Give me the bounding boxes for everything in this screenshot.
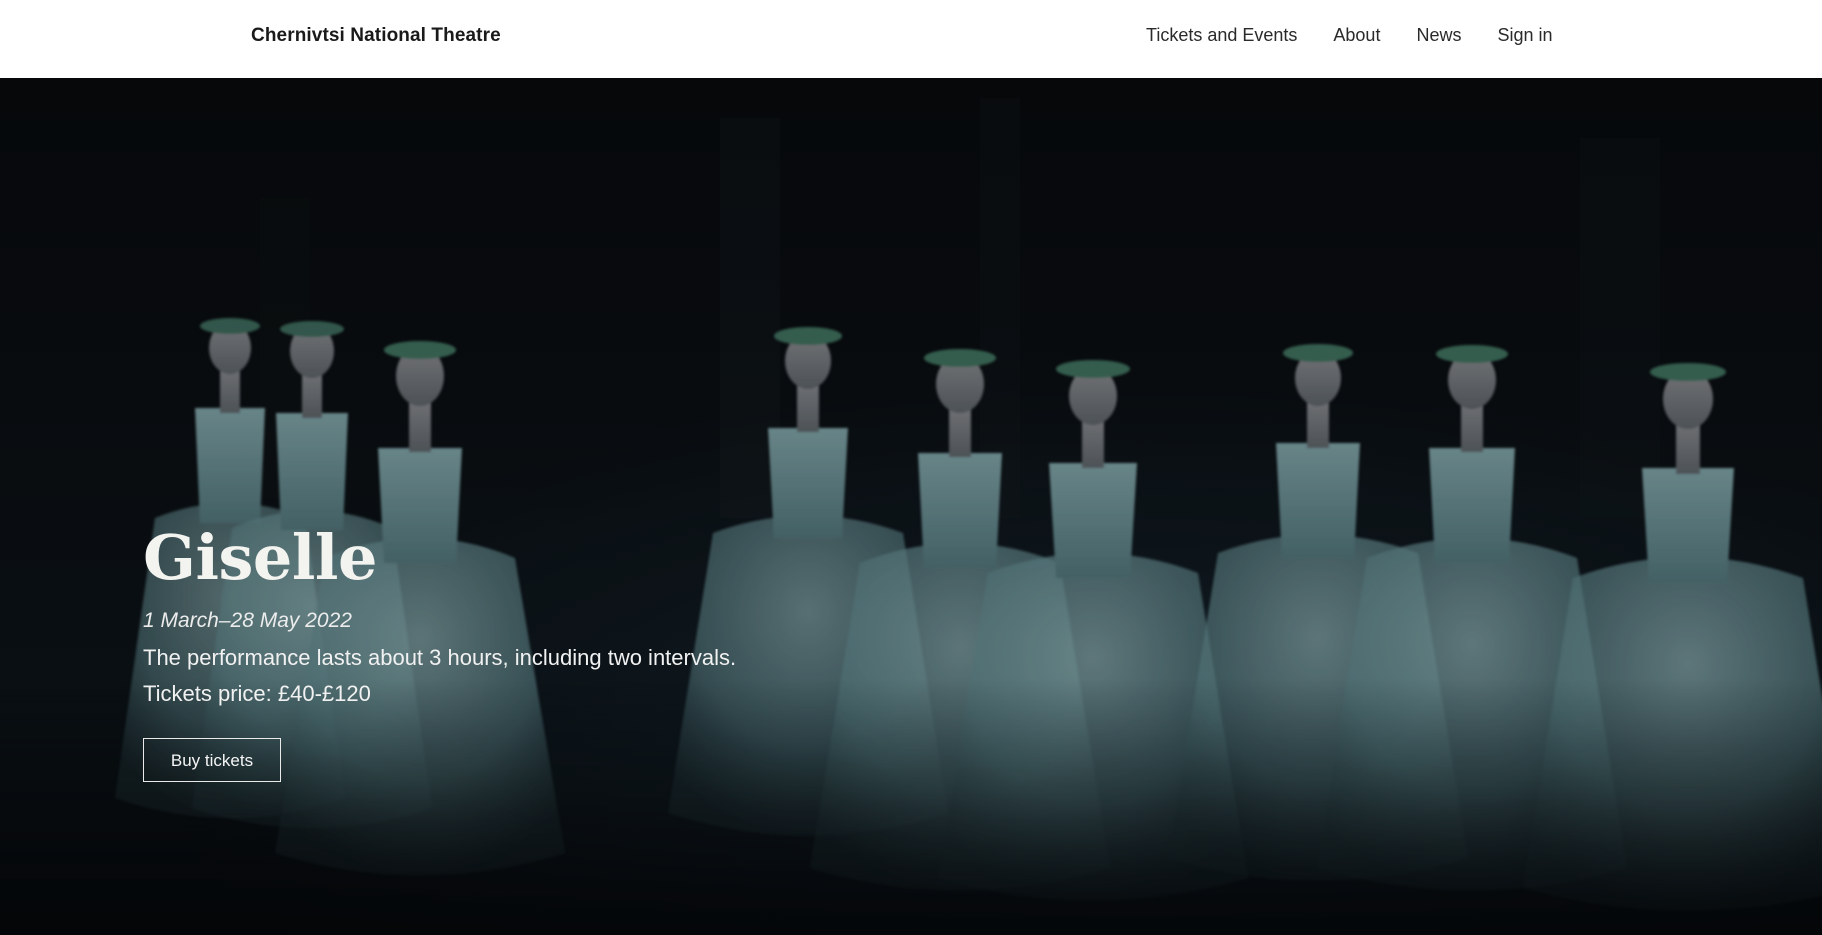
show-title: Giselle xyxy=(143,521,377,594)
show-duration: The performance lasts about 3 hours, inc… xyxy=(143,645,737,671)
nav-sign-in[interactable]: Sign in xyxy=(1497,25,1552,51)
nav-about[interactable]: About xyxy=(1333,25,1380,51)
nav-tickets-and-events[interactable]: Tickets and Events xyxy=(1146,25,1297,51)
buy-tickets-button[interactable]: Buy tickets xyxy=(143,738,281,783)
hero-image-ballet-dancers xyxy=(0,78,1822,935)
ticket-price: Tickets price: £40-£120 xyxy=(143,680,371,706)
nav-news[interactable]: News xyxy=(1416,25,1461,51)
hero-content: Giselle 1 March–28 May 2022 The performa… xyxy=(143,521,1043,783)
brand-logo-link[interactable]: Chernivtsi National Theatre xyxy=(251,25,501,47)
main-nav: Tickets and Events About News Sign in xyxy=(1146,25,1553,51)
hero-banner: Giselle 1 March–28 May 2022 The performa… xyxy=(0,78,1822,935)
site-header: Chernivtsi National Theatre Tickets and … xyxy=(0,0,1822,78)
show-dates: 1 March–28 May 2022 xyxy=(143,609,352,632)
